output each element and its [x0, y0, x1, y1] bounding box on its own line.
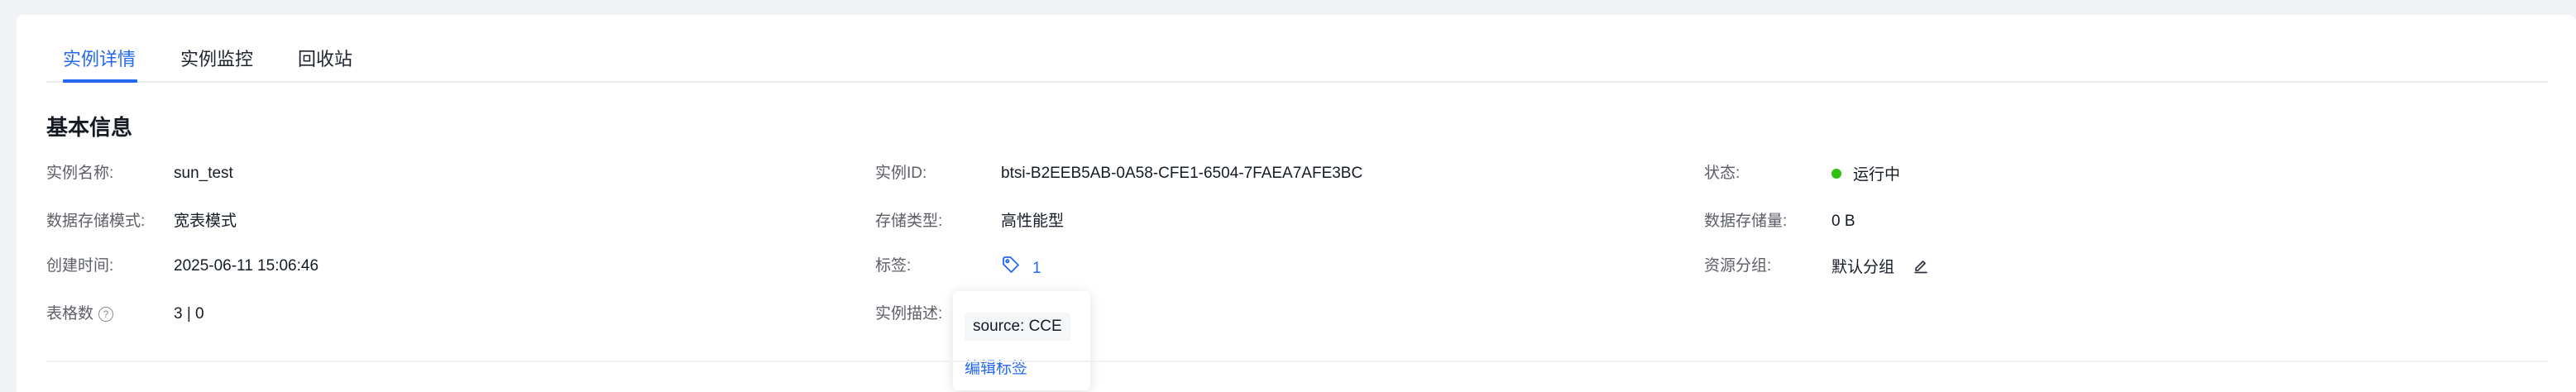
resource-group-label: 资源分组:	[1704, 257, 1772, 275]
tags-count: 1	[1032, 259, 1041, 277]
tags-label: 标签:	[875, 257, 912, 275]
tag-chip: source: CCE	[965, 313, 1070, 341]
tab-label: 实例详情	[63, 49, 136, 69]
table-count-label-text: 表格数	[46, 305, 94, 323]
instance-id-label: 实例ID:	[875, 165, 927, 182]
status-value: 运行中	[1831, 164, 1900, 187]
create-time-value: 2025-06-11 15:06:46	[174, 257, 319, 275]
question-circle-icon[interactable]: ?	[98, 307, 114, 322]
storage-amount-value: 0 B	[1831, 213, 1855, 230]
instance-detail-card: 实例详情 实例监控 回收站 基本信息 实例名称: sun_test 实例ID: …	[17, 15, 2576, 392]
storage-type-label: 存储类型:	[875, 213, 943, 230]
tag-icon	[1001, 255, 1021, 282]
resource-group-value: 默认分组	[1831, 256, 1929, 281]
storage-amount-label: 数据存储量:	[1704, 213, 1788, 230]
instance-id-value: btsi-B2EEB5AB-0A58-CFE1-6504-7FAEA7AFE3B…	[1001, 165, 1363, 182]
tab-recycle-bin[interactable]: 回收站	[298, 46, 352, 73]
tab-bar: 实例详情 实例监控 回收站	[46, 15, 2548, 83]
status-text: 运行中	[1853, 166, 1901, 184]
tab-instance-details[interactable]: 实例详情	[63, 46, 137, 83]
tab-label: 回收站	[298, 49, 353, 69]
instance-name-label: 实例名称:	[46, 165, 114, 182]
tab-label: 实例监控	[180, 49, 254, 69]
section-divider	[46, 361, 2548, 362]
storage-mode-label: 数据存储模式:	[46, 213, 146, 230]
storage-type-value: 高性能型	[1001, 213, 1065, 230]
table-count-value: 3 | 0	[174, 305, 204, 323]
resource-group-text: 默认分组	[1831, 259, 1895, 276]
create-time-label: 创建时间:	[46, 257, 114, 275]
active-tab-indicator	[63, 79, 137, 83]
storage-mode-value: 宽表模式	[174, 213, 237, 230]
status-label: 状态:	[1704, 165, 1740, 182]
tag-popover: source: CCE 编辑标签	[953, 291, 1090, 390]
tags-trigger[interactable]: 1	[1001, 255, 1041, 282]
pencil-icon[interactable]	[1913, 257, 1929, 281]
table-count-label: 表格数?	[46, 303, 114, 326]
instance-name-value: sun_test	[174, 165, 233, 182]
section-title: 基本信息	[46, 115, 133, 140]
status-dot-icon	[1831, 169, 1841, 179]
tab-instance-monitoring[interactable]: 实例监控	[180, 46, 253, 73]
description-label: 实例描述:	[875, 305, 943, 323]
